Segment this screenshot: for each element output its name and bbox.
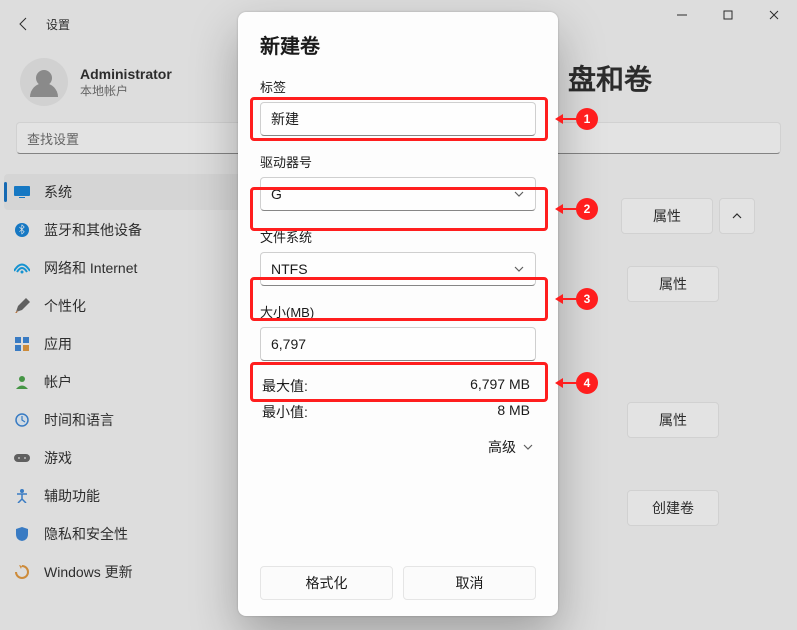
label-field-label: 标签 (260, 77, 536, 96)
min-size-label: 最小值: (262, 402, 332, 422)
annotation-badge: 1 (576, 108, 598, 130)
chevron-down-icon (522, 441, 534, 453)
annotation-badge: 3 (576, 288, 598, 310)
size-input[interactable]: 6,797 (260, 327, 536, 361)
annotation-badge: 2 (576, 198, 598, 220)
annotation-box (250, 187, 548, 231)
drive-letter-label: 驱动器号 (260, 152, 536, 171)
format-button[interactable]: 格式化 (260, 566, 393, 600)
annotation-box (250, 362, 548, 402)
annotation-box (250, 97, 548, 141)
size-value: 6,797 (271, 336, 306, 352)
filesystem-value: NTFS (271, 261, 308, 277)
annotation-badge: 4 (576, 372, 598, 394)
dialog-title: 新建卷 (260, 30, 536, 59)
advanced-label: 高级 (488, 437, 516, 457)
min-size-value: 8 MB (332, 402, 536, 422)
advanced-toggle[interactable]: 高级 (260, 431, 536, 463)
chevron-down-icon (513, 263, 525, 275)
cancel-button[interactable]: 取消 (403, 566, 536, 600)
annotation-box (250, 277, 548, 321)
